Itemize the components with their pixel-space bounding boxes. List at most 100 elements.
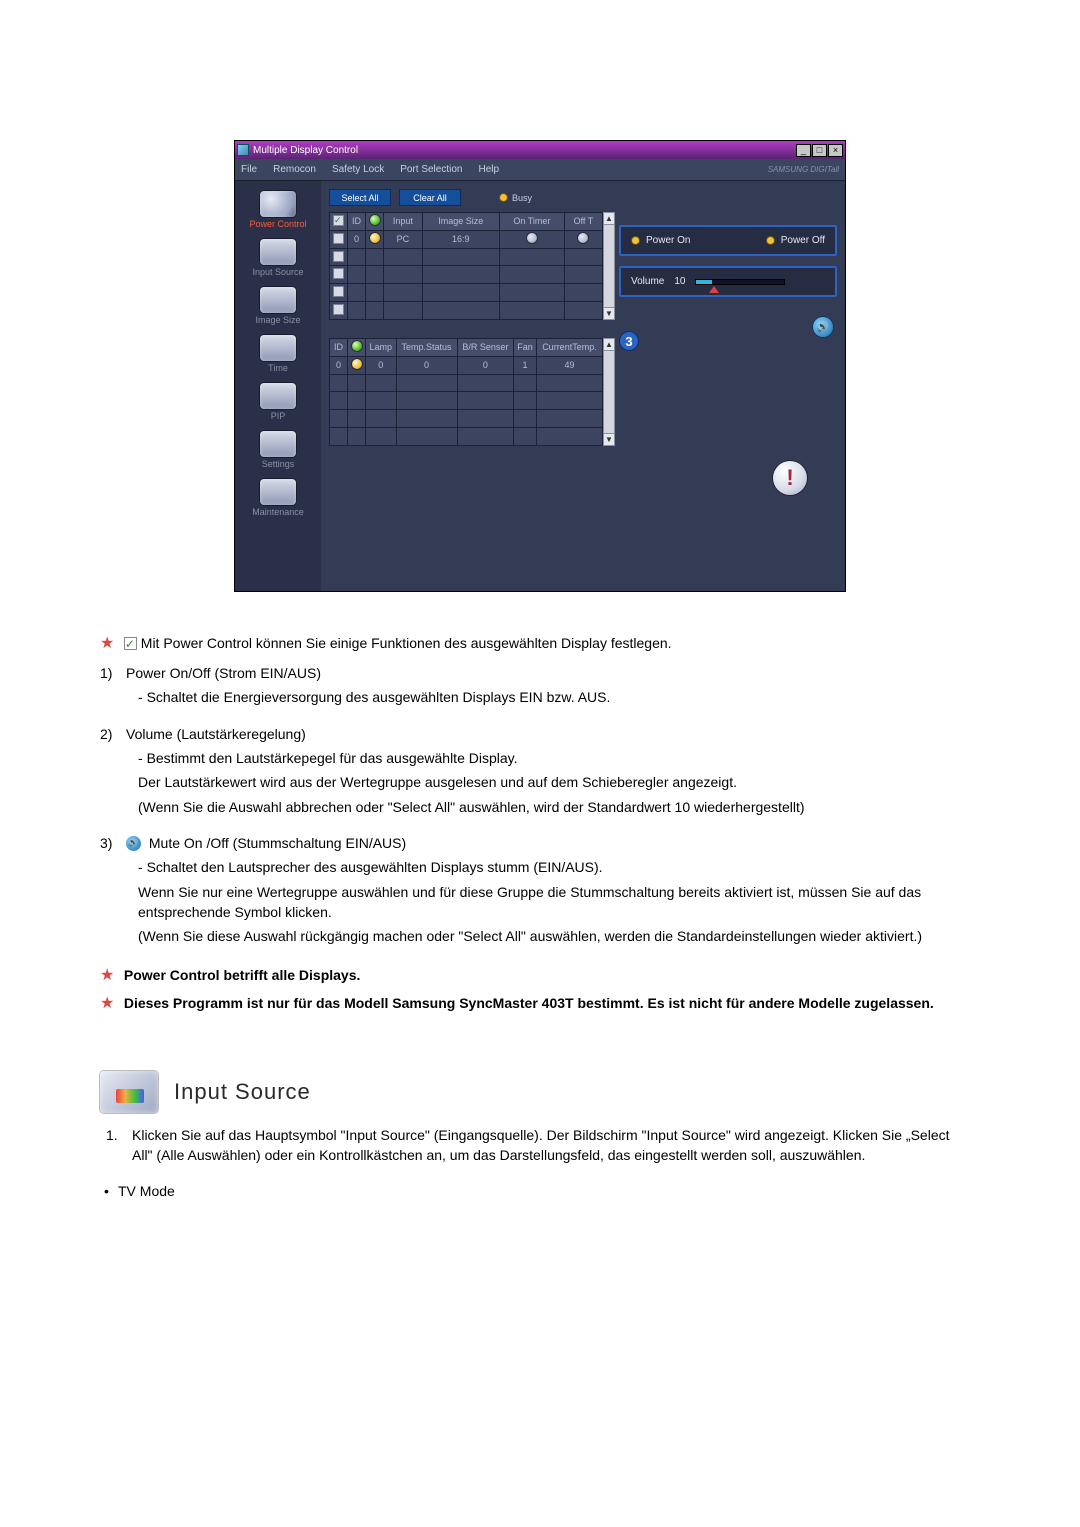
sidebar-label: Input Source (252, 267, 303, 277)
item-number: 1. (106, 1125, 126, 1166)
power-dot-icon (766, 236, 775, 245)
menu-help[interactable]: Help (478, 164, 499, 175)
table-scrollbar[interactable]: ▲ ▼ (603, 338, 615, 446)
image-size-icon (260, 287, 296, 313)
star-icon: ★ (100, 964, 116, 987)
item-number: 2) (100, 724, 120, 821)
scroll-up-icon[interactable]: ▲ (604, 213, 614, 225)
power-control-icon (260, 191, 296, 217)
power-off-button[interactable]: Power Off (766, 235, 825, 246)
row-lamp-icon (352, 359, 362, 369)
alert-icon: ! (773, 461, 807, 495)
sidebar-label: PIP (271, 411, 286, 421)
table-row (330, 302, 603, 320)
row-checkbox[interactable] (333, 286, 344, 297)
maximize-button[interactable]: □ (812, 144, 827, 157)
lamp-header-icon (370, 215, 380, 225)
cell-current-temp: 49 (536, 356, 602, 374)
app-window: Multiple Display Control _ □ × File Remo… (234, 140, 846, 592)
power-on-label: Power On (646, 235, 690, 246)
power-off-label: Power Off (781, 235, 825, 246)
brand-label: SAMSUNG DIGITall (768, 165, 839, 174)
pip-icon (260, 383, 296, 409)
power-on-button[interactable]: Power On (631, 235, 690, 246)
busy-label: Busy (512, 193, 532, 203)
table-row (330, 284, 603, 302)
col-br-senser: B/R Senser (457, 339, 514, 357)
section-title: Input Source (174, 1076, 311, 1108)
cell-temp-status: 0 (396, 356, 457, 374)
main-panel: Select All Clear All Busy ID Input (321, 181, 845, 591)
item3-b: Wenn Sie nur eine Wertegruppe auswählen … (126, 882, 960, 923)
busy-dot-icon (499, 193, 508, 202)
sidebar-label: Power Control (249, 219, 306, 229)
row-checkbox[interactable] (333, 251, 344, 262)
note2: Dieses Programm ist nur für das Modell S… (124, 995, 934, 1011)
intro-text: Mit Power Control können Sie einige Funk… (141, 635, 672, 651)
col-temp-status: Temp.Status (396, 339, 457, 357)
item1-a: Schaltet die Energieversorgung des ausge… (138, 689, 610, 705)
off-timer-icon (578, 233, 588, 243)
menubar: File Remocon Safety Lock Port Selection … (235, 159, 845, 181)
table-row[interactable]: 0 0 0 0 1 49 (330, 356, 603, 374)
volume-panel: Volume 10 (619, 266, 837, 297)
sidebar-item-input-source[interactable]: Input Source (242, 237, 314, 281)
table-scrollbar[interactable]: ▲ ▼ (603, 212, 615, 320)
item2-c: (Wenn Sie die Auswahl abbrechen oder "Se… (126, 797, 960, 817)
row-checkbox[interactable] (333, 268, 344, 279)
col-input: Input (384, 213, 423, 231)
on-timer-icon (527, 233, 537, 243)
tv-mode-bullet: TV Mode (100, 1181, 960, 1201)
menu-file[interactable]: File (241, 164, 257, 175)
volume-value: 10 (674, 276, 685, 287)
row-checkbox[interactable] (333, 233, 344, 244)
scroll-down-icon[interactable]: ▼ (604, 433, 614, 445)
busy-indicator: Busy (499, 193, 532, 203)
slider-knob-icon[interactable] (709, 286, 719, 293)
menu-safety-lock[interactable]: Safety Lock (332, 164, 384, 175)
table-row[interactable]: 0 PC 16:9 (330, 230, 603, 248)
sidebar-item-settings[interactable]: Settings (242, 429, 314, 473)
menu-remocon[interactable]: Remocon (273, 164, 316, 175)
sidebar-item-image-size[interactable]: Image Size (242, 285, 314, 329)
lamp-header-icon (352, 341, 362, 351)
sidebar-label: Time (268, 363, 288, 373)
scroll-up-icon[interactable]: ▲ (604, 339, 614, 351)
sidebar-item-power-control[interactable]: Power Control (242, 189, 314, 233)
table-row (330, 410, 603, 428)
sidebar-label: Maintenance (252, 507, 304, 517)
settings-icon (260, 431, 296, 457)
item1-head: Power On/Off (Strom EIN/AUS) (126, 663, 960, 683)
input-source-heading-icon (100, 1071, 158, 1113)
col-image-size: Image Size (422, 213, 499, 231)
row-checkbox[interactable] (333, 304, 344, 315)
note1: Power Control betrifft alle Displays. (124, 967, 361, 983)
col-lamp: Lamp (366, 339, 397, 357)
time-icon (260, 335, 296, 361)
select-all-button[interactable]: Select All (329, 189, 391, 206)
status-table: ID Lamp Temp.Status B/R Senser Fan Curre… (329, 338, 603, 446)
item3-head: Mute On /Off (Stummschaltung EIN/AUS) (149, 835, 406, 851)
app-title: Multiple Display Control (253, 145, 358, 156)
scroll-down-icon[interactable]: ▼ (604, 307, 614, 319)
menu-port-selection[interactable]: Port Selection (400, 164, 462, 175)
item3-a: Schaltet den Lautsprecher des ausgewählt… (138, 859, 603, 875)
sidebar-item-pip[interactable]: PIP (242, 381, 314, 425)
sidebar-label: Image Size (255, 315, 300, 325)
volume-slider[interactable] (695, 279, 785, 285)
row-lamp-icon (370, 233, 380, 243)
close-button[interactable]: × (828, 144, 843, 157)
table-row (330, 266, 603, 284)
clear-all-button[interactable]: Clear All (399, 189, 461, 206)
volume-label: Volume (631, 276, 664, 287)
document-body: ★ Mit Power Control können Sie einige Fu… (80, 632, 1000, 1202)
sidebar-item-time[interactable]: Time (242, 333, 314, 377)
sidebar: Power Control Input Source Image Size Ti… (235, 181, 321, 591)
star-icon: ★ (100, 632, 116, 655)
minimize-button[interactable]: _ (796, 144, 811, 157)
sidebar-item-maintenance[interactable]: Maintenance (242, 477, 314, 521)
cell-image-size: 16:9 (422, 230, 499, 248)
mute-icon[interactable] (813, 317, 833, 337)
maintenance-icon (260, 479, 296, 505)
header-checkbox[interactable] (333, 215, 344, 226)
